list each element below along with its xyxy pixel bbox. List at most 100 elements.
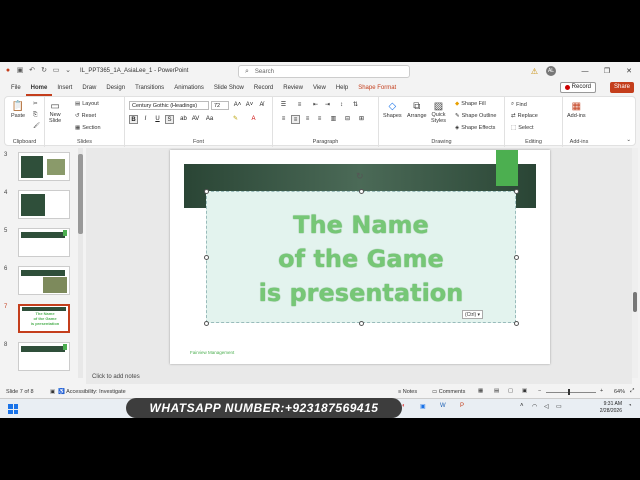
notes-button[interactable]: ≡ Notes bbox=[398, 389, 417, 395]
powerpoint-taskbar-icon[interactable]: P bbox=[460, 403, 464, 409]
shape-effects-button[interactable]: ◈ Shape Effects bbox=[455, 125, 495, 131]
align-right-icon[interactable]: ≡ bbox=[303, 115, 312, 124]
font-size-dropdown[interactable]: 72 bbox=[211, 101, 229, 110]
notification-icon[interactable]: ◔ bbox=[628, 403, 632, 409]
normal-view-icon[interactable]: ▦ bbox=[478, 388, 483, 394]
copy-icon[interactable]: ⎘ bbox=[33, 112, 37, 119]
tab-design[interactable]: Design bbox=[101, 80, 130, 96]
warning-icon[interactable]: ⚠ bbox=[531, 67, 538, 76]
close-icon[interactable]: ✕ bbox=[618, 67, 640, 75]
scroll-thumb[interactable] bbox=[633, 292, 637, 312]
app-icon[interactable]: ◐ bbox=[402, 403, 406, 409]
change-case-icon[interactable]: Aa bbox=[205, 115, 214, 124]
avatar[interactable]: AL bbox=[546, 66, 556, 76]
bold-icon[interactable]: B bbox=[129, 115, 138, 124]
arrange-button[interactable]: ⧉ Arrange bbox=[407, 101, 427, 119]
select-button[interactable]: ⬚ Select bbox=[511, 125, 534, 131]
shapes-button[interactable]: ◇ Shapes bbox=[383, 101, 402, 119]
line-spacing-icon[interactable]: ↕ bbox=[337, 101, 346, 110]
italic-icon[interactable]: I bbox=[141, 115, 150, 124]
save-icon[interactable]: ▣ bbox=[16, 67, 24, 75]
justify-icon[interactable]: ≡ bbox=[315, 115, 324, 124]
tab-file[interactable]: File bbox=[6, 80, 26, 96]
reset-button[interactable]: ↺ Reset bbox=[75, 113, 96, 119]
present-icon[interactable]: ▭ bbox=[52, 67, 60, 75]
comments-button[interactable]: ▭ Comments bbox=[432, 389, 465, 395]
restore-icon[interactable]: ❐ bbox=[596, 67, 618, 75]
clock[interactable]: 9:31 AM 2/28/2026 bbox=[590, 401, 622, 415]
zoom-out-icon[interactable]: − bbox=[538, 388, 541, 394]
windows-start-icon[interactable] bbox=[8, 404, 18, 414]
layout-button[interactable]: ▤ Layout bbox=[75, 101, 99, 107]
slideshow-view-icon[interactable]: ▣ bbox=[522, 388, 527, 394]
shape-outline-button[interactable]: ✎ Shape Outline bbox=[455, 113, 496, 119]
share-button[interactable]: Share bbox=[609, 82, 634, 93]
replace-button[interactable]: ⇄ Replace bbox=[511, 113, 538, 119]
tab-review[interactable]: Review bbox=[278, 80, 308, 96]
tab-slide-show[interactable]: Slide Show bbox=[209, 80, 249, 96]
resize-handle[interactable] bbox=[359, 321, 364, 326]
fit-slide-icon[interactable]: ⤢ bbox=[630, 388, 634, 395]
addins-button[interactable]: ▦ Add-ins bbox=[567, 101, 586, 119]
tab-draw[interactable]: Draw bbox=[77, 80, 101, 96]
thumbnails-scrollbar[interactable] bbox=[78, 148, 83, 378]
increase-indent-icon[interactable]: ⇥ bbox=[323, 101, 332, 110]
align-center-icon[interactable]: ≡ bbox=[291, 115, 300, 124]
zoom-slider[interactable] bbox=[546, 392, 596, 393]
zoom-in-icon[interactable]: + bbox=[600, 388, 603, 394]
tab-help[interactable]: Help bbox=[331, 80, 353, 96]
battery-icon[interactable]: ▭ bbox=[556, 403, 562, 410]
slide-sorter-icon[interactable]: ▤ bbox=[494, 388, 499, 394]
chevron-up-icon[interactable]: ˄ bbox=[520, 403, 524, 409]
format-painter-icon[interactable]: 🖌 bbox=[33, 123, 40, 129]
bullets-icon[interactable]: ☰ bbox=[279, 101, 288, 110]
paste-options-button[interactable]: (Ctrl) ▾ bbox=[462, 310, 484, 319]
collapse-ribbon-icon[interactable]: ⌄ bbox=[626, 137, 631, 143]
resize-handle[interactable] bbox=[204, 189, 209, 194]
new-slide-button[interactable]: ▭ New Slide bbox=[49, 101, 61, 124]
character-spacing-icon[interactable]: AV bbox=[191, 115, 200, 124]
increase-font-icon[interactable]: A˄ bbox=[233, 101, 242, 110]
resize-handle[interactable] bbox=[204, 321, 209, 326]
font-name-dropdown[interactable]: Century Gothic (Headings) bbox=[129, 101, 209, 110]
minimize-icon[interactable]: — bbox=[574, 68, 596, 75]
tab-record[interactable]: Record bbox=[249, 80, 278, 96]
tab-insert[interactable]: Insert bbox=[52, 80, 77, 96]
tab-view[interactable]: View bbox=[308, 80, 331, 96]
cut-icon[interactable]: ✂ bbox=[33, 101, 38, 107]
tab-home[interactable]: Home bbox=[25, 80, 53, 96]
accessibility-status[interactable]: ♿ Accessibility: Investigate bbox=[58, 389, 126, 395]
search-box[interactable]: ⌕ Search bbox=[238, 65, 410, 78]
slide-thumbnail-3[interactable] bbox=[18, 152, 70, 181]
find-button[interactable]: ⌕ Find bbox=[511, 101, 527, 108]
redo-icon[interactable]: ↻ bbox=[40, 67, 48, 75]
app-icon[interactable]: ▣ bbox=[420, 403, 426, 410]
tab-transitions[interactable]: Transitions bbox=[130, 80, 169, 96]
align-text-icon[interactable]: ⊟ bbox=[343, 115, 352, 124]
zoom-slider-thumb[interactable] bbox=[568, 389, 570, 395]
quick-styles-button[interactable]: ▨ Quick Styles bbox=[431, 101, 446, 124]
resize-handle[interactable] bbox=[514, 321, 519, 326]
text-shadow-icon[interactable]: ab bbox=[179, 115, 188, 124]
notes-pane[interactable]: Click to add notes bbox=[92, 374, 140, 380]
underline-icon[interactable]: U bbox=[153, 115, 162, 124]
clear-formatting-icon[interactable]: A̸ bbox=[257, 101, 266, 110]
resize-handle[interactable] bbox=[359, 189, 364, 194]
tab-shape-format[interactable]: Shape Format bbox=[353, 80, 401, 96]
strikethrough-icon[interactable]: S bbox=[165, 115, 174, 124]
align-left-icon[interactable]: ≡ bbox=[279, 115, 288, 124]
slide-title[interactable]: The Name of the Game is presentation bbox=[206, 208, 516, 310]
text-direction-icon[interactable]: ⇅ bbox=[351, 101, 360, 110]
customize-toolbar-icon[interactable]: ⌄ bbox=[64, 67, 72, 75]
slide-thumbnail-5[interactable] bbox=[18, 228, 70, 257]
volume-icon[interactable]: ◁ bbox=[544, 403, 549, 410]
smartart-icon[interactable]: ⊞ bbox=[357, 115, 366, 124]
undo-icon[interactable]: ↶ bbox=[28, 67, 36, 75]
scroll-thumb[interactable] bbox=[78, 154, 83, 234]
slide-thumbnail-7[interactable]: The Name of the Game is presentation bbox=[18, 304, 70, 333]
spell-check-icon[interactable]: ▣ bbox=[50, 389, 55, 395]
slide-thumbnail-4[interactable] bbox=[18, 190, 70, 219]
word-icon[interactable]: W bbox=[440, 403, 446, 409]
rotate-handle-icon[interactable]: ↻ bbox=[356, 171, 364, 182]
zoom-level[interactable]: 64% bbox=[614, 389, 625, 395]
